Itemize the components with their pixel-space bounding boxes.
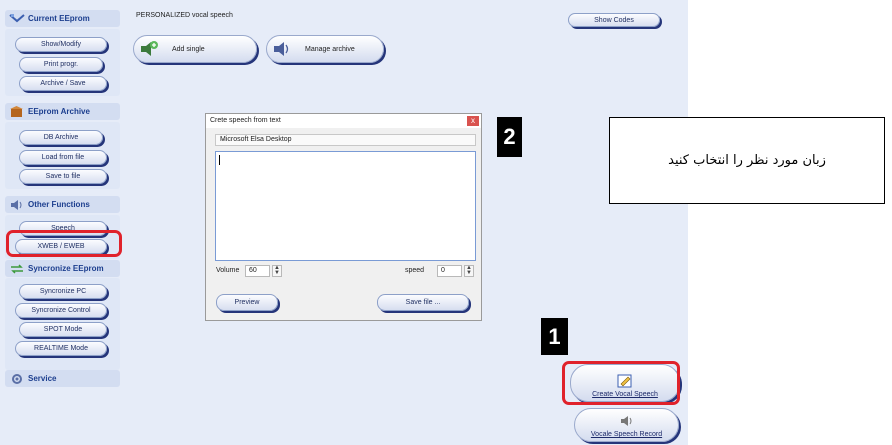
chip-icon [9,12,25,26]
step-1-badge: 1 [541,318,568,355]
section-other-functions-title: Other Functions [28,200,90,209]
speaker-icon [9,198,25,212]
speed-value: 0 [441,267,445,274]
section-other-functions-header[interactable]: Other Functions [5,196,120,213]
section-eeprom-archive-body: DB Archive Load from file Save to file [5,122,120,189]
chevron-down-icon: ⌄ [220,136,226,143]
print-progr-button[interactable]: Print progr. [19,57,103,72]
section-syncronize-header[interactable]: Syncronize EEprom [5,260,120,277]
create-speech-dialog: Crete speech from text x Microsoft Elsa … [205,113,482,321]
speed-label: speed [405,267,425,274]
load-from-file-button[interactable]: Load from file [19,150,107,165]
speaker-archive-icon [271,38,293,60]
syncronize-control-button[interactable]: Syncronize Control [15,303,107,318]
section-current-eeprom-title: Current EEprom [28,14,90,23]
page-title: PERSONALIZED vocal speech [136,12,233,19]
volume-label: Volume [216,267,240,274]
section-syncronize-body: Syncronize PC Syncronize Control SPOT Mo… [5,278,120,370]
speaker-record-icon [618,413,636,431]
section-current-eeprom-body: Show/Modify Print progr. Archive / Save [5,29,120,96]
close-icon[interactable]: x [467,116,479,126]
preview-button[interactable]: Preview [216,294,278,311]
speed-input[interactable]: 0 [437,265,462,277]
realtime-mode-button[interactable]: REALTIME Mode [15,341,107,356]
sync-arrows-icon [9,262,25,276]
archive-box-icon [9,105,25,119]
volume-stepper[interactable]: ▲ ▼ [272,265,282,277]
speech-text-area[interactable] [215,151,476,261]
archive-save-button[interactable]: Archive / Save [19,76,107,91]
dialog-title: Crete speech from text [210,117,281,124]
spot-mode-button[interactable]: SPOT Mode [19,322,107,337]
dialog-title-bar: Crete speech from text x [206,114,481,128]
vocal-speech-record-label: Vocale Speech Record [590,431,663,438]
add-single-label: Add single [172,45,205,53]
volume-value: 60 [249,267,257,274]
show-codes-button[interactable]: Show Codes [568,13,660,27]
voice-select[interactable]: Microsoft Elsa Desktop ⌄ [215,134,476,146]
syncronize-pc-button[interactable]: Syncronize PC [19,284,107,299]
text-caret [219,155,220,165]
section-service-header[interactable]: Service [5,370,120,387]
section-service-title: Service [28,374,57,383]
manage-archive-label: Manage archive [305,45,355,53]
instruction-callout: زبان مورد نظر را انتخاب کنید [609,117,885,204]
create-vocal-speech-highlight [562,361,680,405]
manage-archive-button[interactable]: Manage archive [266,35,384,63]
section-eeprom-archive-title: EEprom Archive [28,107,90,116]
section-syncronize-title: Syncronize EEprom [28,264,104,273]
volume-input[interactable]: 60 [245,265,270,277]
show-modify-button[interactable]: Show/Modify [15,37,107,52]
vocal-speech-record-button[interactable]: Vocale Speech Record [574,408,679,442]
db-archive-button[interactable]: DB Archive [19,130,103,145]
add-single-button[interactable]: Add single [133,35,257,63]
step-2-badge: 2 [497,117,522,157]
section-eeprom-archive-header[interactable]: EEprom Archive [5,103,120,120]
service-gear-icon [9,372,25,386]
sidebar: Current EEprom Show/Modify Print progr. … [5,10,120,440]
add-speech-icon [138,38,160,60]
save-to-file-button[interactable]: Save to file [19,169,107,184]
section-current-eeprom-header[interactable]: Current EEprom [5,10,120,27]
xweb-eweb-highlight [6,230,122,257]
instruction-callout-text: زبان مورد نظر را انتخاب کنید [668,153,826,168]
save-file-button[interactable]: Save file ... [377,294,469,311]
speed-stepper[interactable]: ▲ ▼ [464,265,474,277]
